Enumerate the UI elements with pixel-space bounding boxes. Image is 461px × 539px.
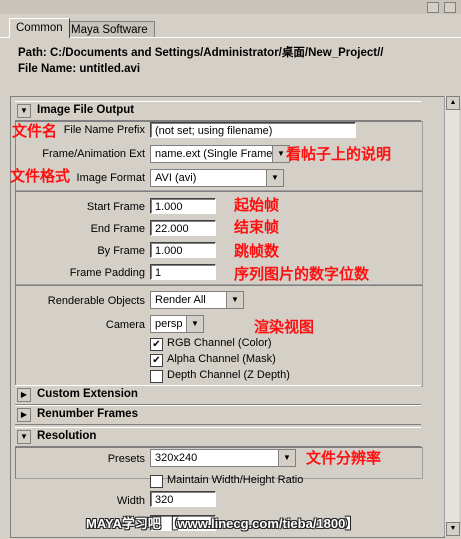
section-title: Image File Output	[37, 104, 135, 116]
vertical-scrollbar[interactable]: ▲ ▼	[444, 96, 460, 536]
rgb-channel-label: RGB Channel (Color)	[167, 337, 272, 349]
renderable-objects-label: Renderable Objects	[47, 295, 145, 307]
section-renumber-frames[interactable]: ▶ Renumber Frames	[15, 405, 421, 425]
section-custom-extension[interactable]: ▶ Custom Extension	[15, 385, 421, 405]
image-format-value: AVI (avi)	[155, 172, 197, 184]
depth-channel-checkbox[interactable]	[150, 370, 163, 383]
end-frame-label: End Frame	[90, 223, 145, 235]
maintain-ratio-checkbox[interactable]	[150, 475, 163, 488]
section-title: Renumber Frames	[37, 408, 138, 420]
file-name-text: File Name: untitled.avi	[18, 63, 141, 75]
chevron-down-icon[interactable]: ▼	[266, 170, 283, 186]
path-text: Path: C:/Documents and Settings/Administ…	[18, 47, 384, 59]
chevron-down-icon[interactable]: ▼	[278, 450, 295, 466]
camera-select[interactable]: persp ▼	[150, 315, 204, 333]
scroll-up-icon[interactable]: ▲	[446, 96, 460, 110]
annotation-start-frame: 起始帧	[234, 196, 280, 214]
top-strip-knob-2[interactable]	[444, 2, 456, 13]
renderable-objects-select[interactable]: Render All ▼	[150, 291, 244, 309]
frame-padding-label: Frame Padding	[69, 267, 145, 279]
annotation-render-view: 渲染视图	[254, 318, 315, 336]
annotation-see-post: 看帖子上的说明	[286, 145, 392, 163]
file-name-prefix-input[interactable]: (not set; using filename)	[150, 122, 356, 138]
tab-common[interactable]: Common	[9, 18, 70, 38]
frame-animation-ext-value: name.ext (Single Frame)	[155, 148, 277, 160]
alpha-channel-label: Alpha Channel (Mask)	[167, 353, 276, 365]
image-format-select[interactable]: AVI (avi) ▼	[150, 169, 284, 187]
alpha-channel-checkbox[interactable]: ✔	[150, 354, 163, 367]
width-label: Width	[116, 495, 145, 507]
chevron-down-icon[interactable]: ▼	[186, 316, 203, 332]
annotation-end-frame: 结束帧	[234, 218, 280, 236]
collapse-arrow-icon[interactable]: ▼	[17, 104, 31, 118]
presets-value: 320x240	[155, 452, 198, 464]
frame-animation-ext-select[interactable]: name.ext (Single Frame) ▼	[150, 145, 290, 163]
section-resolution[interactable]: ▼ Resolution	[15, 427, 421, 447]
presets-label: Presets	[107, 453, 145, 465]
chevron-down-icon[interactable]: ▼	[226, 292, 243, 308]
start-frame-input[interactable]: 1.000	[150, 198, 216, 214]
end-frame-input[interactable]: 22.000	[150, 220, 216, 236]
by-frame-label: By Frame	[97, 245, 145, 257]
annotation-by-frame: 跳帧数	[234, 242, 280, 260]
annotation-file-format: 文件格式	[10, 167, 71, 185]
width-input[interactable]: 320	[150, 491, 216, 507]
rgb-channel-checkbox[interactable]: ✔	[150, 338, 163, 351]
frame-padding-input[interactable]: 1	[150, 264, 216, 280]
maintain-ratio-label: Maintain Width/Height Ratio	[167, 474, 304, 486]
file-name-prefix-label: File Name Prefix	[63, 124, 145, 136]
annotation-resolution: 文件分辨率	[306, 449, 382, 467]
depth-channel-label: Depth Channel (Z Depth)	[167, 369, 290, 381]
watermark: MAYA学习吧 【www.linecg.com/tieba/1800】	[86, 516, 359, 531]
annotation-padding: 序列图片的数字位数	[234, 265, 370, 283]
presets-select[interactable]: 320x240 ▼	[150, 449, 296, 467]
section-title: Resolution	[37, 430, 97, 442]
annotation-file-name: 文件名	[12, 122, 58, 140]
tab-maya-software[interactable]: Maya Software	[64, 21, 155, 38]
collapse-arrow-icon[interactable]: ▼	[17, 430, 31, 444]
start-frame-label: Start Frame	[86, 201, 145, 213]
top-strip-knob-1[interactable]	[427, 2, 439, 13]
camera-value: persp	[155, 318, 183, 330]
section-image-file-output[interactable]: ▼ Image File Output	[15, 101, 421, 121]
frame-animation-ext-label: Frame/Animation Ext	[42, 148, 145, 160]
expand-arrow-icon[interactable]: ▶	[17, 388, 31, 402]
by-frame-input[interactable]: 1.000	[150, 242, 216, 258]
top-strip	[0, 0, 461, 14]
section-title: Custom Extension	[37, 388, 138, 400]
camera-label: Camera	[105, 319, 145, 331]
path-info: Path: C:/Documents and Settings/Administ…	[18, 45, 384, 77]
renderable-objects-value: Render All	[155, 294, 206, 306]
expand-arrow-icon[interactable]: ▶	[17, 408, 31, 422]
scroll-down-icon[interactable]: ▼	[446, 522, 460, 536]
